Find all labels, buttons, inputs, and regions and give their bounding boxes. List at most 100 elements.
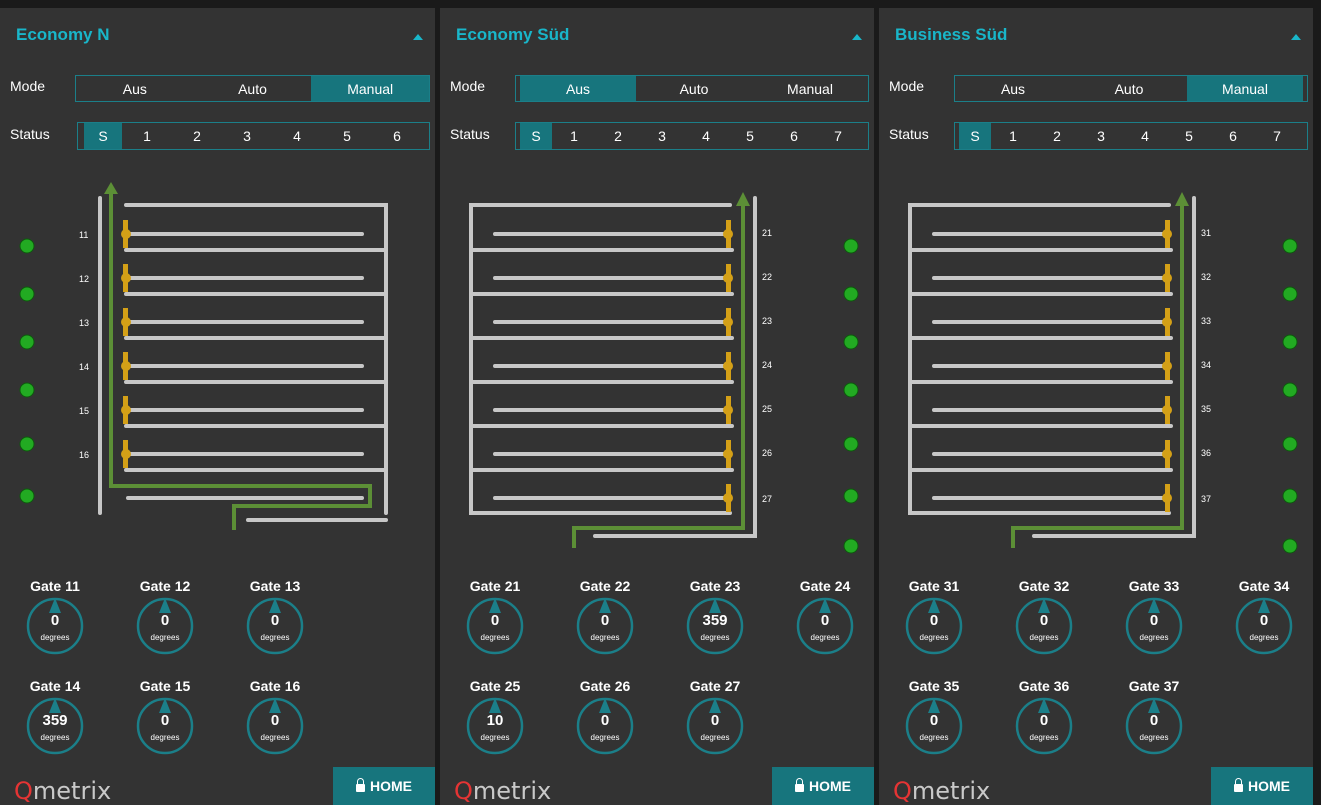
- dial-gauge[interactable]: 0 degrees: [1014, 596, 1074, 656]
- gate-dial[interactable]: Gate 37 0 degrees: [1119, 678, 1189, 756]
- home-button[interactable]: HOME: [1211, 767, 1313, 805]
- collapse-caret-icon[interactable]: [1291, 34, 1301, 40]
- dial-gauge[interactable]: 0 degrees: [1234, 596, 1294, 656]
- status-label: Status: [450, 126, 490, 142]
- dial-gauge[interactable]: 0 degrees: [135, 596, 195, 656]
- gate-number-label: 16: [79, 450, 89, 460]
- dial-gauge[interactable]: 0 degrees: [245, 696, 305, 756]
- panel-header[interactable]: Business Süd: [879, 8, 1313, 60]
- gate-number-label: 34: [1201, 360, 1211, 370]
- mode-option[interactable]: Aus: [955, 76, 1071, 101]
- dial-gauge[interactable]: 0 degrees: [904, 596, 964, 656]
- dial-unit: degrees: [1249, 633, 1279, 642]
- status-option[interactable]: 2: [172, 123, 222, 149]
- gate-name: Gate 12: [139, 578, 191, 594]
- gate-dial[interactable]: Gate 23 359 degrees: [680, 578, 750, 656]
- gate-dial[interactable]: Gate 33 0 degrees: [1119, 578, 1189, 656]
- gate-dial[interactable]: Gate 34 0 degrees: [1229, 578, 1299, 656]
- dial-gauge[interactable]: 0 degrees: [465, 596, 525, 656]
- status-option[interactable]: 5: [728, 123, 772, 149]
- gate-dial[interactable]: Gate 24 0 degrees: [790, 578, 860, 656]
- gate-dial[interactable]: Gate 15 0 degrees: [130, 678, 200, 756]
- dial-gauge[interactable]: 10 degrees: [465, 696, 525, 756]
- dial-gauge[interactable]: 359 degrees: [685, 596, 745, 656]
- panel-header[interactable]: Economy N: [0, 8, 435, 60]
- gate-dial[interactable]: Gate 21 0 degrees: [460, 578, 530, 656]
- dial-gauge[interactable]: 0 degrees: [1124, 596, 1184, 656]
- gate-marker: [723, 449, 733, 459]
- status-option[interactable]: 2: [596, 123, 640, 149]
- mode-option[interactable]: Auto: [636, 76, 752, 101]
- dial-gauge[interactable]: 0 degrees: [245, 596, 305, 656]
- status-option[interactable]: 7: [816, 123, 860, 149]
- home-button[interactable]: HOME: [772, 767, 874, 805]
- lock-icon: [795, 778, 804, 792]
- dial-gauge[interactable]: 0 degrees: [795, 596, 855, 656]
- gate-dial[interactable]: Gate 27 0 degrees: [680, 678, 750, 756]
- mode-option[interactable]: Auto: [194, 76, 312, 101]
- status-option-active[interactable]: S: [959, 123, 991, 149]
- gate-dial[interactable]: Gate 31 0 degrees: [899, 578, 969, 656]
- collapse-caret-icon[interactable]: [413, 34, 423, 40]
- dial-gauge[interactable]: 0 degrees: [575, 596, 635, 656]
- status-option[interactable]: 6: [1211, 123, 1255, 149]
- status-led: [19, 382, 35, 398]
- mode-option-active[interactable]: Manual: [311, 76, 430, 101]
- dial-unit: degrees: [1139, 633, 1169, 642]
- status-option[interactable]: 6: [772, 123, 816, 149]
- status-option[interactable]: 2: [1035, 123, 1079, 149]
- status-option[interactable]: 4: [272, 123, 322, 149]
- panel-header[interactable]: Economy Süd: [440, 8, 874, 60]
- status-option[interactable]: 5: [1167, 123, 1211, 149]
- gate-dial[interactable]: Gate 32 0 degrees: [1009, 578, 1079, 656]
- dial-value: 0: [1149, 712, 1159, 729]
- status-option[interactable]: 4: [684, 123, 728, 149]
- dial-gauge[interactable]: 0 degrees: [904, 696, 964, 756]
- route-arrow-icon: [104, 182, 118, 194]
- gate-dial[interactable]: Gate 35 0 degrees: [899, 678, 969, 756]
- gate-dial[interactable]: Gate 11 0 degrees: [20, 578, 90, 656]
- mode-option-active[interactable]: Manual: [1187, 76, 1303, 101]
- dial-gauge[interactable]: 0 degrees: [135, 696, 195, 756]
- dial-gauge[interactable]: 0 degrees: [1124, 696, 1184, 756]
- home-button[interactable]: HOME: [333, 767, 435, 805]
- gate-dial[interactable]: Gate 26 0 degrees: [570, 678, 640, 756]
- gate-marker: [723, 273, 733, 283]
- dial-unit: degrees: [1029, 733, 1059, 742]
- status-option-active[interactable]: S: [520, 123, 552, 149]
- dial-value: 0: [600, 612, 610, 629]
- gate-marker: [1162, 449, 1172, 459]
- status-option[interactable]: 7: [1255, 123, 1299, 149]
- dial-unit: degrees: [919, 733, 949, 742]
- mode-option-active[interactable]: Aus: [520, 76, 636, 101]
- gate-dial[interactable]: Gate 25 10 degrees: [460, 678, 530, 756]
- mode-option[interactable]: Auto: [1071, 76, 1187, 101]
- gate-diagram: 21 22 23 24 25 26 27: [469, 192, 859, 554]
- gate-number-label: 36: [1201, 448, 1211, 458]
- status-option-active[interactable]: S: [84, 123, 122, 149]
- collapse-caret-icon[interactable]: [852, 34, 862, 40]
- status-option[interactable]: 1: [552, 123, 596, 149]
- dial-gauge[interactable]: 359 degrees: [25, 696, 85, 756]
- mode-option[interactable]: Aus: [76, 76, 194, 101]
- gate-dial[interactable]: Gate 13 0 degrees: [240, 578, 310, 656]
- status-option[interactable]: 5: [322, 123, 372, 149]
- gate-dial[interactable]: Gate 22 0 degrees: [570, 578, 640, 656]
- dial-gauge[interactable]: 0 degrees: [1014, 696, 1074, 756]
- status-option[interactable]: 3: [222, 123, 272, 149]
- dial-gauge[interactable]: 0 degrees: [25, 596, 85, 656]
- dial-gauge[interactable]: 0 degrees: [575, 696, 635, 756]
- mode-option[interactable]: Manual: [752, 76, 868, 101]
- status-option[interactable]: 1: [991, 123, 1035, 149]
- gate-dial[interactable]: Gate 12 0 degrees: [130, 578, 200, 656]
- gate-number-label: 33: [1201, 316, 1211, 326]
- gate-dial[interactable]: Gate 14 359 degrees: [20, 678, 90, 756]
- status-option[interactable]: 6: [372, 123, 422, 149]
- status-option[interactable]: 4: [1123, 123, 1167, 149]
- gate-dial[interactable]: Gate 36 0 degrees: [1009, 678, 1079, 756]
- status-option[interactable]: 3: [1079, 123, 1123, 149]
- status-option[interactable]: 3: [640, 123, 684, 149]
- gate-dial[interactable]: Gate 16 0 degrees: [240, 678, 310, 756]
- status-option[interactable]: 1: [122, 123, 172, 149]
- dial-gauge[interactable]: 0 degrees: [685, 696, 745, 756]
